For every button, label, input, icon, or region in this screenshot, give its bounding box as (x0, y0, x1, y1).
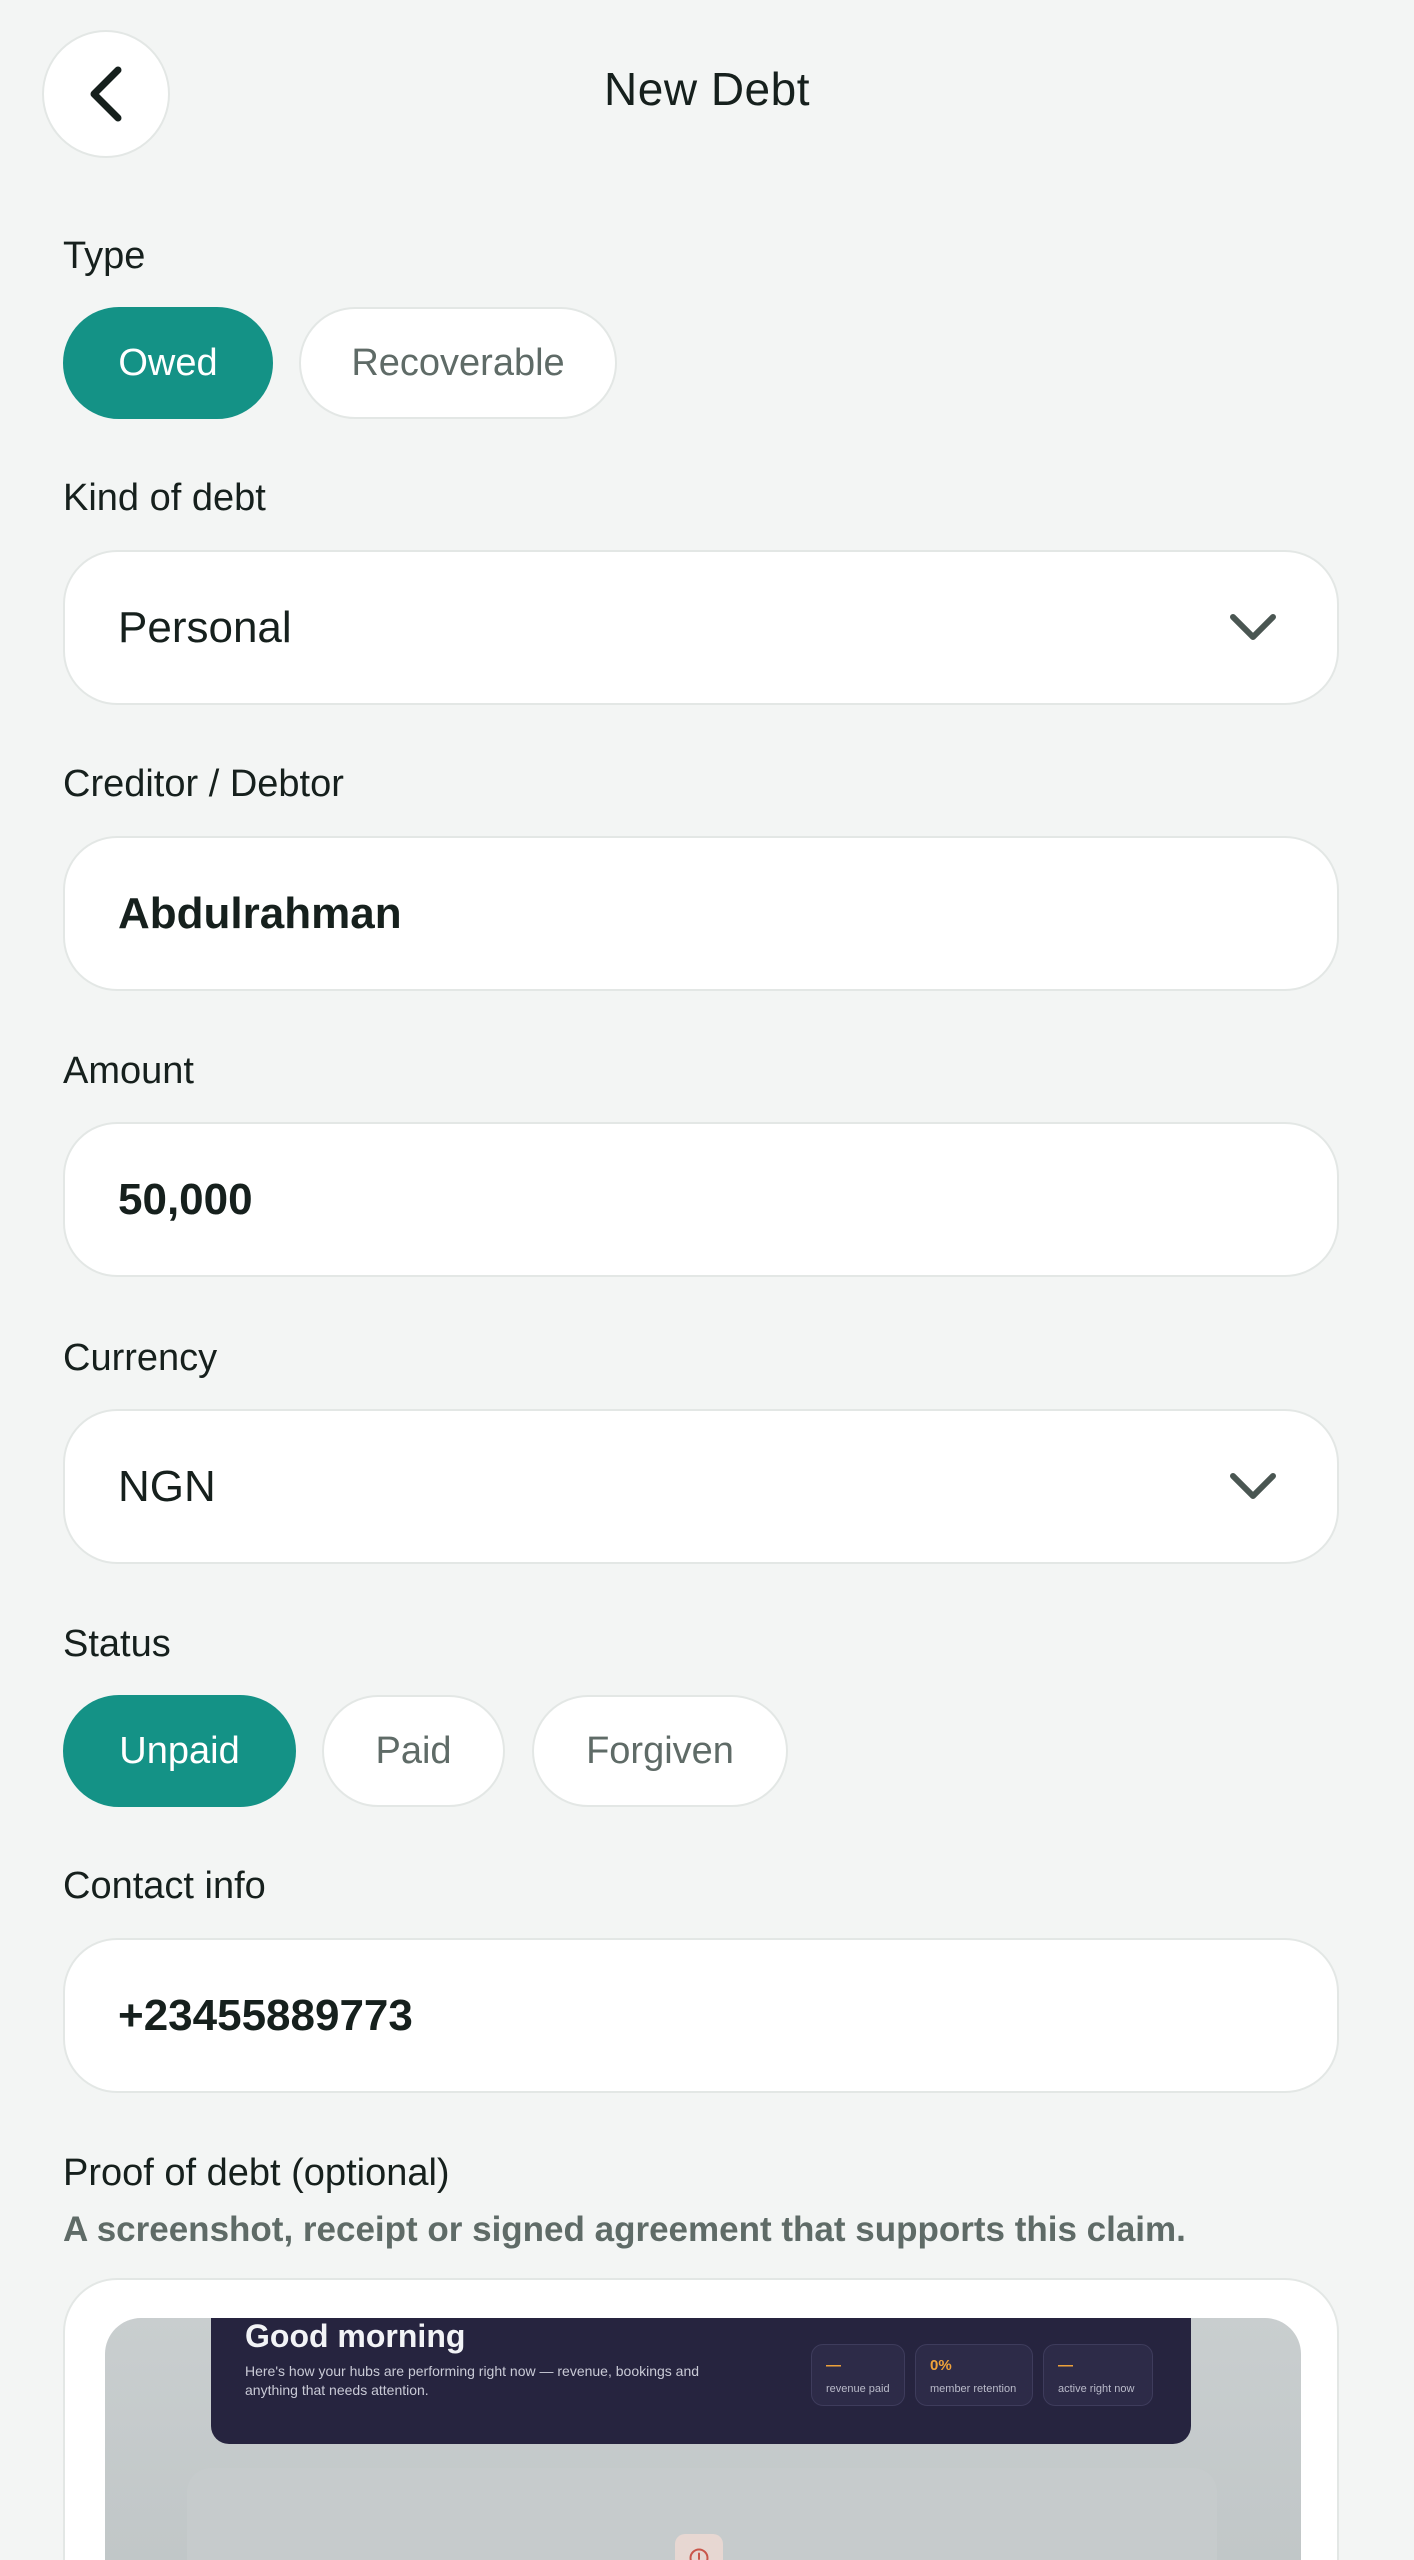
status-option-unpaid[interactable]: Unpaid (63, 1695, 296, 1807)
preview-greeting: Good morning (245, 2318, 466, 2354)
amount-label: Amount (63, 1050, 194, 1092)
stat-label: revenue paid (826, 2383, 890, 2395)
new-debt-screen: New Debt Type Owed Recoverable Kind of d… (0, 0, 1414, 2560)
currency-label: Currency (63, 1337, 218, 1379)
proof-preview-image[interactable]: Good morning Here's how your hubs are pe… (105, 2318, 1301, 2560)
chevron-down-icon (1230, 613, 1276, 640)
kind-value: Personal (118, 602, 292, 652)
preview-stat: 0% member retention (915, 2344, 1033, 2406)
currency-select[interactable]: NGN (63, 1409, 1339, 1564)
type-option-owed[interactable]: Owed (63, 307, 273, 419)
status-label: Status (63, 1623, 171, 1665)
preview-stat: — active right now (1043, 2344, 1153, 2406)
party-input[interactable]: Abdulrahman (63, 836, 1339, 991)
currency-value: NGN (118, 1461, 216, 1511)
status-option-forgiven[interactable]: Forgiven (532, 1695, 788, 1807)
preview-subtitle: Here's how your hubs are performing righ… (245, 2363, 700, 2398)
contact-input[interactable]: +23455889773 (63, 1938, 1339, 2093)
amount-input[interactable]: 50,000 (63, 1122, 1339, 1277)
proof-upload-card[interactable]: Good morning Here's how your hubs are pe… (63, 2278, 1339, 2560)
alert-icon (675, 2534, 723, 2560)
page-title: New Debt (604, 63, 810, 115)
proof-hint: A screenshot, receipt or signed agreemen… (63, 2210, 1186, 2249)
party-label: Creditor / Debtor (63, 763, 344, 805)
stat-label: active right now (1058, 2383, 1135, 2395)
preview-banner: Good morning Here's how your hubs are pe… (211, 2318, 1191, 2444)
chevron-down-icon (1230, 1472, 1276, 1499)
party-value: Abdulrahman (118, 888, 402, 938)
preview-stat: — revenue paid (811, 2344, 905, 2406)
status-option-paid[interactable]: Paid (322, 1695, 505, 1807)
type-label: Type (63, 235, 146, 277)
contact-value: +23455889773 (118, 1990, 413, 2040)
type-option-recoverable[interactable]: Recoverable (299, 307, 617, 419)
kind-select[interactable]: Personal (63, 550, 1339, 705)
stat-value: — (1058, 2357, 1073, 2374)
amount-value: 50,000 (118, 1174, 253, 1224)
contact-label: Contact info (63, 1865, 266, 1907)
stat-value: 0% (930, 2357, 952, 2374)
proof-label: Proof of debt (optional) (63, 2152, 450, 2194)
stat-label: member retention (930, 2383, 1017, 2395)
kind-label: Kind of debt (63, 477, 266, 519)
stat-value: — (826, 2357, 841, 2374)
